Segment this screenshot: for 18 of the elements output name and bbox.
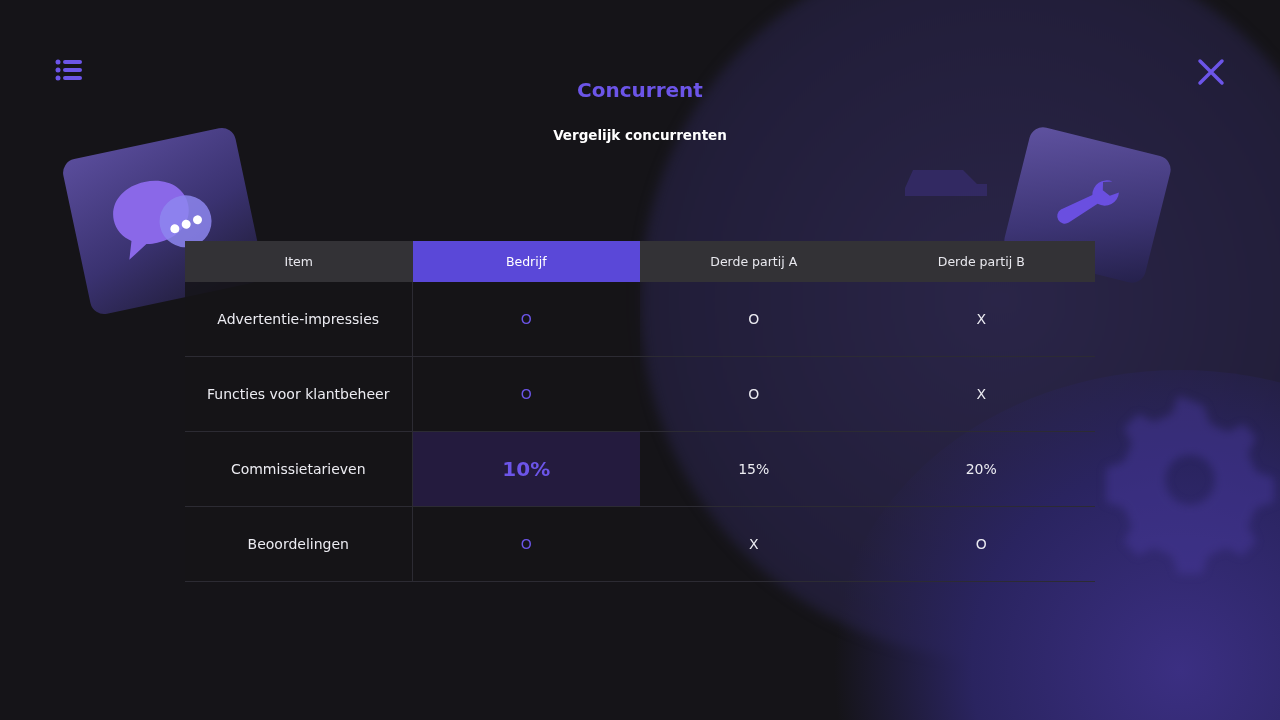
table-cell-text: O — [747, 310, 761, 329]
table-cell-text: O — [974, 535, 988, 554]
table-cell-text: 15% — [737, 460, 771, 479]
page-subtitle: Vergelijk concurrenten — [553, 127, 727, 143]
table-cell: Advertentie-impressies — [185, 282, 413, 356]
table-cell-text: X — [975, 385, 988, 404]
column-header: Item — [283, 253, 314, 271]
table-cell-text: O — [747, 385, 761, 404]
table-cell-text: X — [747, 535, 760, 554]
table-cell-text: X — [975, 310, 988, 329]
column-header: Derde partij A — [709, 253, 799, 271]
table-cell: 10% — [412, 432, 640, 506]
close-button[interactable] — [1197, 58, 1225, 86]
column-header: Bedrijf — [412, 241, 640, 282]
menu-button[interactable] — [55, 58, 83, 82]
table-cell-text: 20% — [964, 460, 998, 479]
page-title: Concurrent — [577, 78, 703, 102]
column-header: Derde partij B — [936, 253, 1026, 271]
